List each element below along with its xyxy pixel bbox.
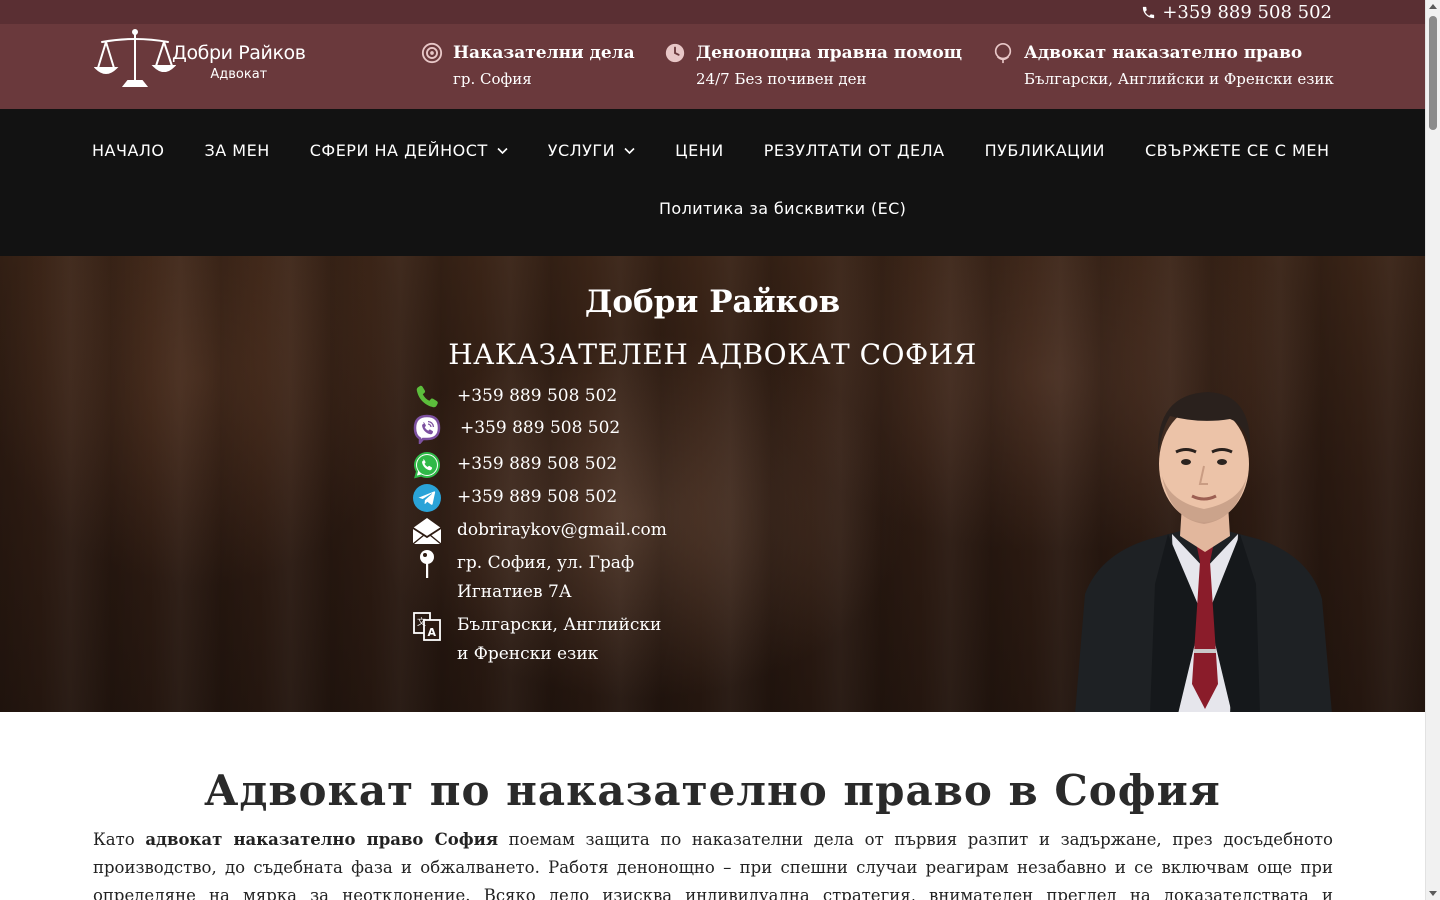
intro-bold-keyword: адвокат наказателно право София	[145, 830, 499, 849]
map-pin-icon	[420, 550, 434, 578]
contact-whatsapp[interactable]: +359 889 508 502	[412, 450, 617, 480]
header-info-subtitle: Български, Английски и Френски език	[1024, 70, 1334, 88]
contact-languages-text: Български, Английски и Френски език	[457, 611, 661, 669]
whatsapp-icon	[413, 451, 441, 479]
site-logo[interactable]: Добри Райков Адвокат	[94, 28, 306, 92]
top-bar: +359 889 508 502	[0, 0, 1425, 24]
nav-item-contact[interactable]: СВЪРЖЕТЕ СЕ С МЕН	[1145, 141, 1330, 160]
header-info-title: Адвокат наказателно право	[1024, 43, 1303, 63]
address-line-1: гр. София, ул. Граф	[457, 553, 635, 573]
scroll-up-arrow-icon[interactable]	[1429, 4, 1437, 9]
contact-languages: 文 A Български, Английски и Френски език	[412, 611, 661, 669]
contact-address-text: гр. София, ул. Граф Игнатиев 7А	[457, 549, 634, 607]
clock-icon	[665, 43, 685, 63]
telegram-icon	[413, 484, 441, 512]
hero-name: Добри Райков	[584, 284, 841, 320]
contact-whatsapp-text: +359 889 508 502	[457, 454, 618, 474]
page-title: Адвокат по наказателно право в София	[204, 766, 1221, 815]
topbar-phone-text: +359 889 508 502	[1162, 2, 1332, 23]
logo-text: Добри Райков Адвокат	[172, 42, 306, 82]
scrollbar-thumb[interactable]	[1429, 16, 1437, 130]
intro-lead: Като	[93, 830, 146, 849]
nav-item-label: ЦЕНИ	[675, 141, 724, 160]
address-line-2: Игнатиев 7А	[457, 582, 572, 602]
nav-item-label: ЗА МЕН	[204, 141, 270, 160]
phone-icon	[1143, 6, 1155, 19]
chevron-down-icon	[497, 147, 508, 154]
header-info-criminal-cases: Наказателни дела гр. София	[421, 42, 635, 89]
viber-icon	[413, 414, 441, 444]
page-scrollbar[interactable]	[1425, 0, 1440, 900]
nav-item-case-results[interactable]: РЕЗУЛТАТИ ОТ ДЕЛА	[764, 141, 945, 160]
nav-item-home[interactable]: НАЧАЛО	[92, 141, 165, 160]
nav-item-label: СВЪРЖЕТЕ СЕ С МЕН	[1145, 141, 1330, 160]
header-info-criminal-law: Адвокат наказателно право Български, Анг…	[992, 42, 1334, 89]
nav-item-label: НАЧАЛО	[92, 141, 165, 160]
nav-item-label: ПУБЛИКАЦИИ	[984, 141, 1105, 160]
contact-telegram[interactable]: +359 889 508 502	[412, 483, 617, 513]
hero-section: Добри Райков НАКАЗАТЕЛЕН АДВОКАТ СОФИЯ +…	[0, 256, 1425, 712]
contact-email[interactable]: dobriraykov@gmail.com	[412, 516, 667, 546]
scroll-down-arrow-icon[interactable]	[1429, 891, 1437, 896]
scales-of-justice-icon	[94, 29, 176, 87]
header-info-title: Денонощна правна помощ	[696, 43, 963, 63]
hero-subtitle: НАКАЗАТЕЛЕН АДВОКАТ СОФИЯ	[448, 338, 977, 371]
languages-line-1: Български, Английски	[457, 615, 662, 635]
header-info-title: Наказателни дела	[453, 43, 635, 63]
translate-icon: 文 A	[413, 612, 441, 641]
header-info-subtitle: 24/7 Без почивен ден	[696, 70, 867, 88]
contact-address: гр. София, ул. Граф Игнатиев 7А	[412, 549, 634, 607]
nav-item-publications[interactable]: ПУБЛИКАЦИИ	[985, 141, 1105, 160]
contact-viber-text: +359 889 508 502	[460, 418, 621, 438]
nav-item-label: РЕЗУЛТАТИ ОТ ДЕЛА	[763, 141, 945, 160]
site-header: Добри Райков Адвокат Наказателни дела гр…	[0, 24, 1425, 109]
chevron-down-icon	[624, 147, 635, 154]
nav-item-label: УСЛУГИ	[547, 141, 616, 160]
header-info-subtitle: гр. София	[453, 70, 532, 88]
languages-line-2: и Френски език	[457, 644, 599, 664]
target-icon	[421, 42, 443, 64]
svg-text:A: A	[428, 626, 437, 639]
contact-email-text: dobriraykov@gmail.com	[457, 520, 667, 540]
lawyer-portrait	[1075, 392, 1332, 712]
contact-viber[interactable]: +359 889 508 502	[412, 414, 620, 444]
nav-item-label: СФЕРИ НА ДЕЙНОСТ	[309, 141, 488, 160]
main-navigation: НАЧАЛО ЗА МЕН СФЕРИ НА ДЕЙНОСТ УСЛУГИ ЦЕ…	[0, 109, 1425, 256]
contact-phone[interactable]: +359 889 508 502	[412, 382, 617, 412]
globe-icon	[994, 43, 1012, 64]
header-info-legal-help: Денонощна правна помощ 24/7 Без почивен …	[664, 42, 962, 89]
intro-paragraph: Като адвокат наказателно право София пое…	[93, 826, 1333, 900]
svg-text:文: 文	[417, 616, 426, 628]
nav-item-services[interactable]: УСЛУГИ	[548, 141, 635, 160]
nav-item-cookie-policy[interactable]: Политика за бисквитки (ЕС)	[659, 199, 906, 218]
logo-subtitle: Адвокат	[210, 67, 268, 82]
nav-item-about[interactable]: ЗА МЕН	[205, 141, 270, 160]
phone-icon	[416, 385, 438, 408]
nav-item-prices[interactable]: ЦЕНИ	[675, 141, 724, 160]
contact-phone-text: +359 889 508 502	[457, 386, 618, 406]
logo-name: Добри Райков	[172, 42, 306, 64]
contact-telegram-text: +359 889 508 502	[457, 487, 618, 507]
nav-item-practice-areas[interactable]: СФЕРИ НА ДЕЙНОСТ	[310, 141, 508, 160]
nav-menu: НАЧАЛО ЗА МЕН СФЕРИ НА ДЕЙНОСТ УСЛУГИ ЦЕ…	[92, 141, 1370, 160]
envelope-icon	[412, 518, 442, 545]
topbar-phone-link[interactable]: +359 889 508 502	[1141, 2, 1332, 23]
